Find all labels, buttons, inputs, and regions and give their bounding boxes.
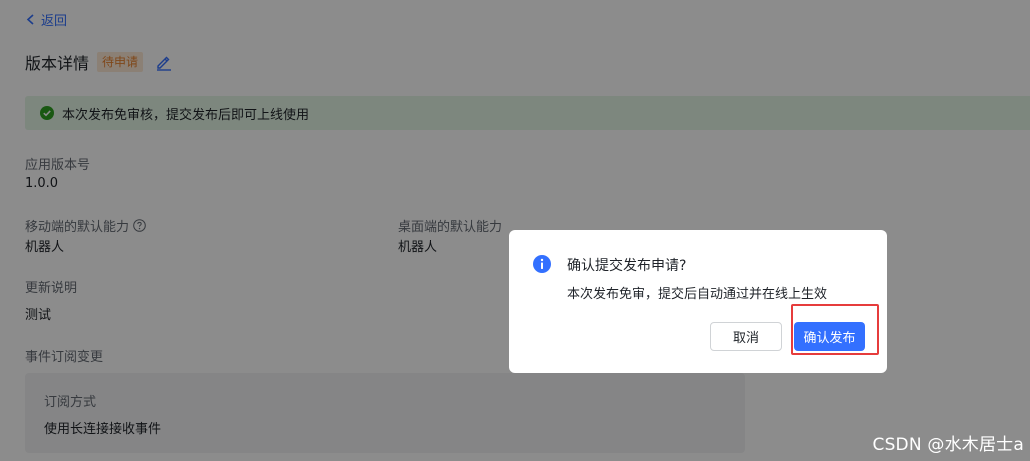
dialog-title: 确认提交发布申请? [567,258,687,274]
watermark: CSDN @水木居士a [872,435,1024,455]
cancel-button[interactable]: 取消 [710,322,782,351]
confirm-dialog: 确认提交发布申请? 本次发布免审，提交后自动通过并在线上生效 取消 确认发布 [509,230,887,373]
dialog-description: 本次发布免审，提交后自动通过并在线上生效 [567,287,828,302]
info-icon [533,255,551,273]
confirm-publish-button[interactable]: 确认发布 [794,322,865,351]
